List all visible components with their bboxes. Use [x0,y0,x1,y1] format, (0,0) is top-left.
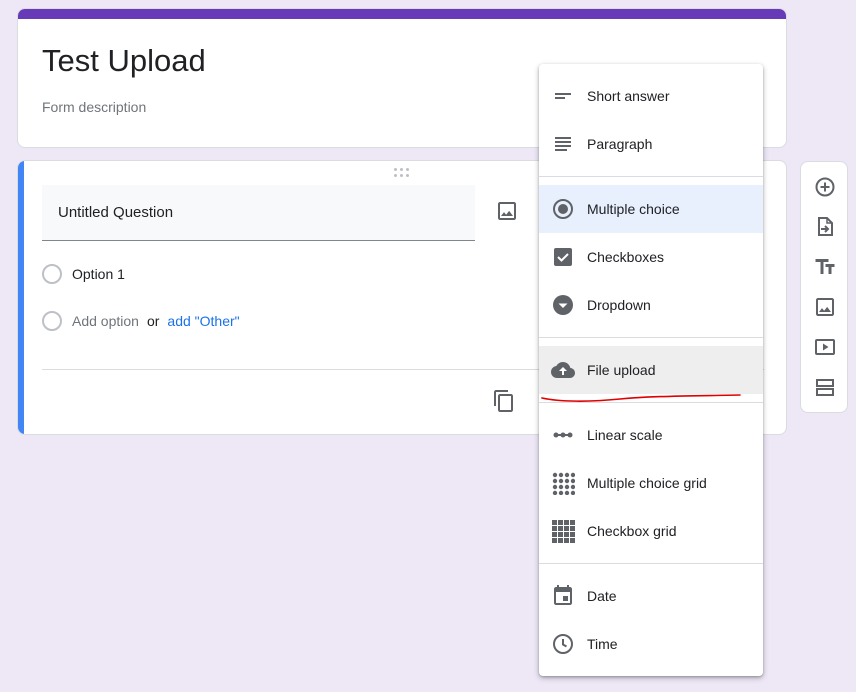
menu-item-file-upload[interactable]: File upload [539,346,763,394]
menu-item-date[interactable]: Date [539,572,763,620]
side-toolbar [800,161,848,413]
add-image-icon[interactable] [813,295,837,319]
menu-item-linear-scale[interactable]: Linear scale [539,411,763,459]
drag-handle-icon[interactable] [394,168,412,180]
question-title-text: Untitled Question [58,204,174,221]
cloud-upload-icon [551,358,575,382]
menu-item-label: Linear scale [587,427,663,443]
short-answer-icon [551,84,575,108]
radio-button-icon [551,197,575,221]
import-questions-icon[interactable] [813,215,837,239]
add-section-icon[interactable] [813,375,837,399]
menu-separator [539,563,763,564]
linear-scale-icon [551,423,575,447]
menu-item-time[interactable]: Time [539,620,763,668]
menu-separator [539,176,763,177]
menu-separator [539,337,763,338]
menu-item-paragraph[interactable]: Paragraph [539,120,763,168]
red-underline-annotation [541,394,741,402]
add-question-icon[interactable] [813,175,837,199]
add-image-icon[interactable] [495,199,519,223]
add-other-link[interactable]: add "Other" [167,313,239,329]
dropdown-icon [551,293,575,317]
clock-icon [551,632,575,656]
question-title-input[interactable]: Untitled Question [42,185,475,241]
or-text: or [146,313,160,329]
menu-item-label: Multiple choice [587,201,680,217]
menu-item-checkboxes[interactable]: Checkboxes [539,233,763,281]
checkbox-icon [551,245,575,269]
menu-item-checkbox-grid[interactable]: Checkbox grid [539,507,763,555]
menu-item-label: Date [587,588,617,604]
menu-item-label: Time [587,636,618,652]
duplicate-icon[interactable] [492,389,516,413]
form-title[interactable]: Test Upload [42,43,206,79]
menu-item-label: Dropdown [587,297,651,313]
menu-item-label: Paragraph [587,136,653,152]
add-video-icon[interactable] [813,335,837,359]
add-option-button[interactable]: Add option [72,313,139,329]
dot-grid-icon [551,471,576,496]
menu-item-dropdown[interactable]: Dropdown [539,281,763,329]
option-row[interactable]: Option 1 [42,262,125,286]
menu-item-label: Checkboxes [587,249,665,265]
menu-item-label: File upload [587,362,656,378]
checkbox-grid-icon [551,519,575,543]
form-description[interactable]: Form description [42,99,146,115]
paragraph-icon [551,132,575,156]
add-option-row: Add option or add "Other" [42,309,240,333]
calendar-icon [551,584,575,608]
menu-item-multiple-choice[interactable]: Multiple choice [539,185,763,233]
form-accent-bar [18,9,786,19]
question-type-menu: Short answer Paragraph Multiple choice C… [539,64,763,676]
menu-item-short-answer[interactable]: Short answer [539,72,763,120]
add-title-icon[interactable] [813,255,837,279]
active-question-indicator [18,161,24,434]
option-label[interactable]: Option 1 [72,266,125,282]
radio-icon [42,311,62,331]
radio-icon [42,264,62,284]
menu-item-label: Short answer [587,88,670,104]
menu-item-label: Checkbox grid [587,523,677,539]
menu-item-label: Multiple choice grid [587,475,707,491]
menu-item-multiple-choice-grid[interactable]: Multiple choice grid [539,459,763,507]
